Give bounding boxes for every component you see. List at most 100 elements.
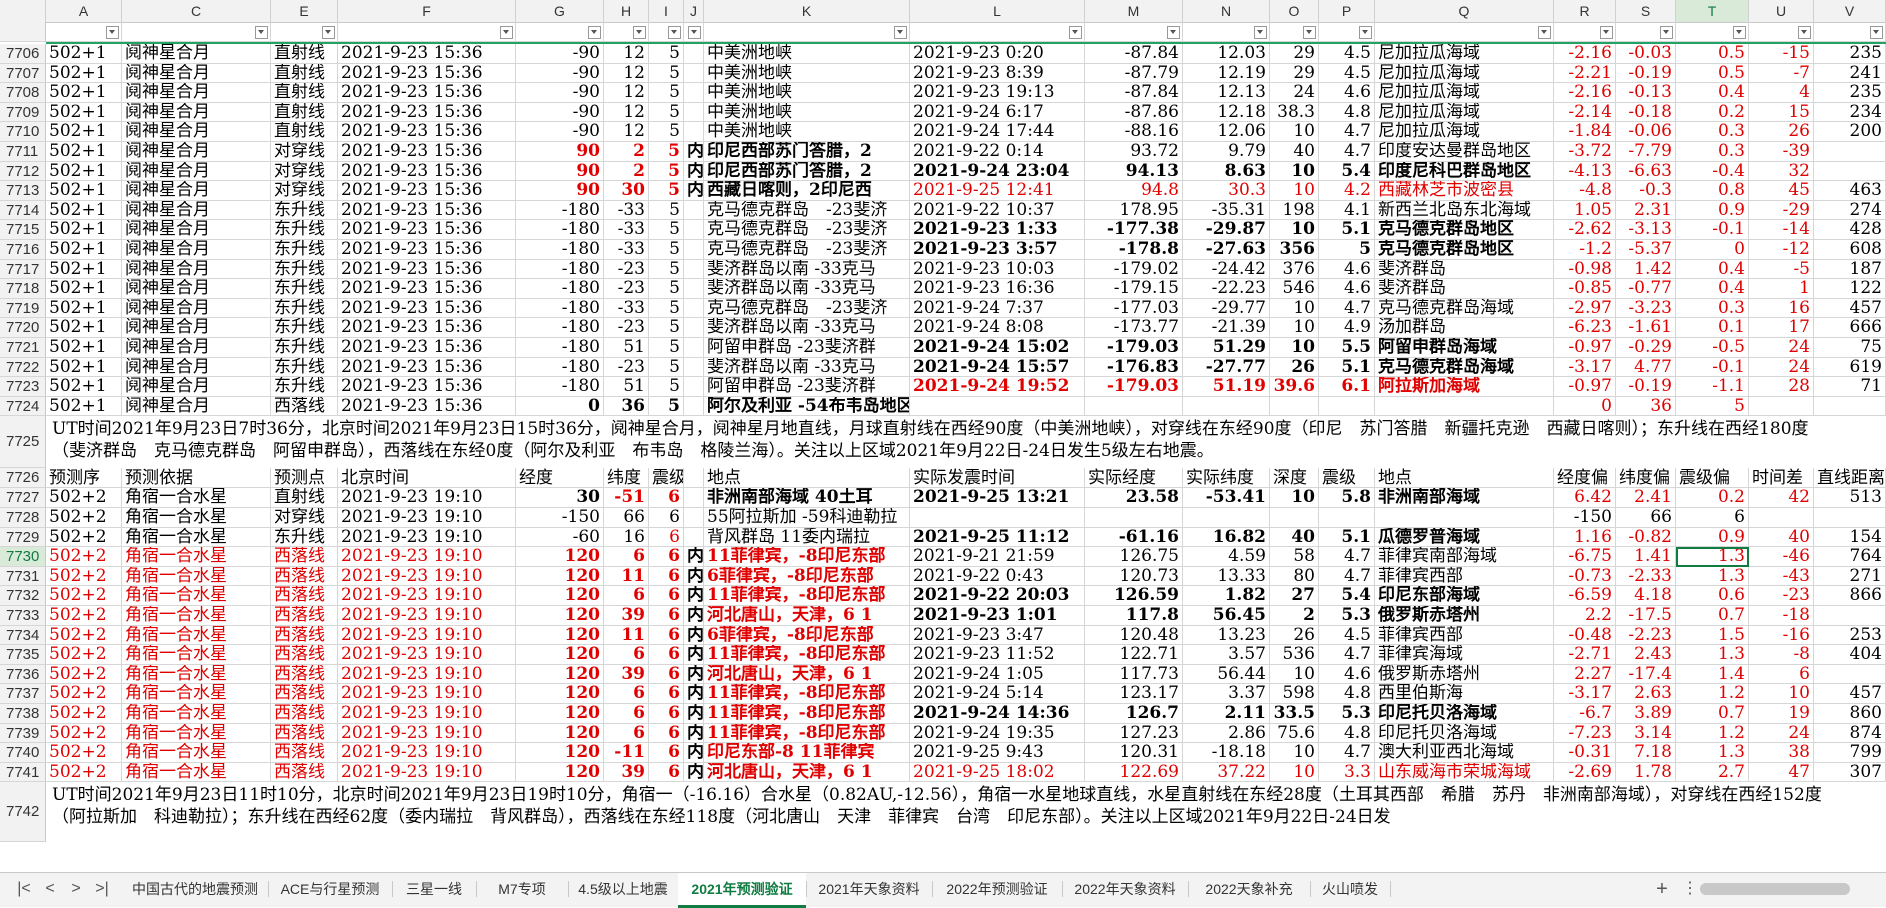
cell-s[interactable]: -0.19 [1616, 63, 1676, 84]
cell-p[interactable]: 4.1 [1319, 200, 1375, 221]
cell-u[interactable]: 24 [1749, 357, 1814, 378]
cell-e[interactable]: 东升线 [271, 377, 338, 397]
cell-r[interactable]: -4.8 [1554, 181, 1616, 201]
cell-k[interactable]: 阿留申群岛 -23斐济群 [704, 377, 910, 397]
cell-v[interactable]: 619 [1814, 357, 1886, 378]
cell-a[interactable]: 502+2 [46, 566, 122, 587]
cell-j[interactable]: 内 [684, 743, 704, 763]
cell-o[interactable]: 40 [1270, 142, 1319, 162]
cell-k[interactable]: 11菲律宾，-8印尼东部 [704, 586, 910, 606]
cell-r[interactable]: -0.73 [1554, 566, 1616, 587]
cell-s[interactable]: 3.14 [1616, 723, 1676, 744]
cell-c[interactable]: 阋神星合月 [122, 357, 271, 378]
cell-r[interactable]: 2.27 [1554, 664, 1616, 685]
cell-u[interactable]: -7 [1749, 63, 1814, 84]
row-number[interactable]: 7715 [0, 220, 46, 240]
cell-t[interactable]: 震级偏 [1676, 468, 1749, 489]
cell-k[interactable]: 西藏日喀则，2印尼西 [704, 181, 910, 201]
cell-e[interactable]: 直射线 [271, 488, 338, 508]
cell-u[interactable]: -15 [1749, 44, 1814, 64]
cell-c[interactable]: 角宿一合水星 [122, 664, 271, 685]
cell-c[interactable]: 角宿一合水星 [122, 547, 271, 567]
row-number[interactable]: 7711 [0, 142, 46, 162]
cell-f[interactable]: 2021-9-23 15:36 [338, 240, 516, 260]
cell-h[interactable]: 39 [604, 664, 649, 685]
cell-h[interactable]: -23 [604, 279, 649, 299]
cell-v[interactable]: 241 [1814, 63, 1886, 84]
cell-i[interactable]: 5 [649, 102, 684, 123]
cell-j[interactable] [684, 338, 704, 358]
cell-o[interactable]: 10 [1270, 743, 1319, 763]
cell-c[interactable]: 阋神星合月 [122, 220, 271, 240]
cell-o[interactable]: 10 [1270, 318, 1319, 338]
cell-r[interactable]: 1.05 [1554, 200, 1616, 221]
cell-p[interactable]: 4.5 [1319, 625, 1375, 646]
cell-e[interactable]: 东升线 [271, 200, 338, 221]
cell-h[interactable]: -23 [604, 259, 649, 280]
cell-u[interactable]: -39 [1749, 142, 1814, 162]
cell-r[interactable]: -2.16 [1554, 83, 1616, 103]
cell-p[interactable]: 4.8 [1319, 684, 1375, 704]
cell-o[interactable]: 198 [1270, 200, 1319, 221]
cell-l[interactable]: 2021-9-24 19:35 [910, 723, 1085, 744]
cell-f[interactable]: 2021-9-23 15:36 [338, 259, 516, 280]
cell-r[interactable]: -0.85 [1554, 279, 1616, 299]
cell-o[interactable]: 10 [1270, 298, 1319, 319]
cell-c[interactable]: 角宿一合水星 [122, 586, 271, 606]
cell-h[interactable]: 2 [604, 142, 649, 162]
cell-f[interactable]: 2021-9-23 19:10 [338, 664, 516, 685]
cell-l[interactable]: 2021-9-21 21:59 [910, 547, 1085, 567]
cell-a[interactable]: 502+1 [46, 298, 122, 319]
cell-s[interactable]: 3.89 [1616, 704, 1676, 724]
cell-q[interactable]: 克马德克群岛海域 [1375, 357, 1554, 378]
cell-p[interactable]: 4.7 [1319, 547, 1375, 567]
row-number[interactable]: 7707 [0, 63, 46, 84]
cell-a[interactable]: 502+2 [46, 645, 122, 665]
cell-t[interactable]: 2.7 [1676, 762, 1749, 783]
cell-m[interactable]: -87.86 [1085, 102, 1183, 123]
cell-i[interactable]: 6 [649, 664, 684, 685]
cell-q[interactable]: 非洲南部海域 [1375, 488, 1554, 508]
cell-k[interactable]: 斐济群岛以南 -33克马 [704, 259, 910, 280]
cell-h[interactable]: -33 [604, 220, 649, 240]
cell-g[interactable]: -90 [516, 63, 604, 84]
cell-u[interactable]: -14 [1749, 220, 1814, 240]
cell-q[interactable]: 新西兰北岛东北海域 [1375, 200, 1554, 221]
cell-o[interactable]: 24 [1270, 83, 1319, 103]
cell-h[interactable] [604, 22, 649, 42]
row-number[interactable]: 7735 [0, 645, 46, 665]
cell-v[interactable]: 799 [1814, 743, 1886, 763]
cell-f[interactable]: 2021-9-23 19:10 [338, 508, 516, 528]
cell-j[interactable] [684, 102, 704, 123]
cell-g[interactable]: -180 [516, 338, 604, 358]
cell-a[interactable]: 502+1 [46, 200, 122, 221]
cell-m[interactable]: 127.23 [1085, 723, 1183, 744]
cell-m[interactable]: 实际经度 [1085, 468, 1183, 489]
cell-q[interactable]: 菲律宾西部 [1375, 625, 1554, 646]
cell-s[interactable]: -0.06 [1616, 122, 1676, 142]
cell-v[interactable]: 71 [1814, 377, 1886, 397]
cell-c[interactable]: 阋神星合月 [122, 318, 271, 338]
cell-k[interactable]: 6菲律宾，-8印尼东部 [704, 625, 910, 646]
cell-f[interactable]: 2021-9-23 15:36 [338, 298, 516, 319]
column-header[interactable]: K [704, 0, 910, 22]
cell-r[interactable]: -3.72 [1554, 142, 1616, 162]
filter-dropdown-icon[interactable] [1660, 26, 1673, 39]
cell-l[interactable] [910, 22, 1085, 42]
cell-c[interactable]: 角宿一合水星 [122, 684, 271, 704]
cell-e[interactable]: 东升线 [271, 240, 338, 260]
cell-k[interactable]: 克马德克群岛 -23斐济 [704, 298, 910, 319]
cell-u[interactable] [1749, 396, 1814, 417]
cell-e[interactable]: 直射线 [271, 63, 338, 84]
cell-c[interactable]: 阋神星合月 [122, 122, 271, 142]
cell-i[interactable]: 5 [649, 161, 684, 182]
cell-i[interactable]: 6 [649, 508, 684, 528]
column-header[interactable]: T [1676, 0, 1749, 22]
cell-u[interactable]: 4 [1749, 83, 1814, 103]
cell-p[interactable]: 6.1 [1319, 377, 1375, 397]
sheet-tab[interactable]: 中国古代的地震预测 [122, 873, 268, 905]
cell-o[interactable]: 33.5 [1270, 704, 1319, 724]
cell-e[interactable]: 西落线 [271, 645, 338, 665]
cell-t[interactable]: 1.5 [1676, 625, 1749, 646]
cell-l[interactable]: 2021-9-23 0:20 [910, 44, 1085, 64]
